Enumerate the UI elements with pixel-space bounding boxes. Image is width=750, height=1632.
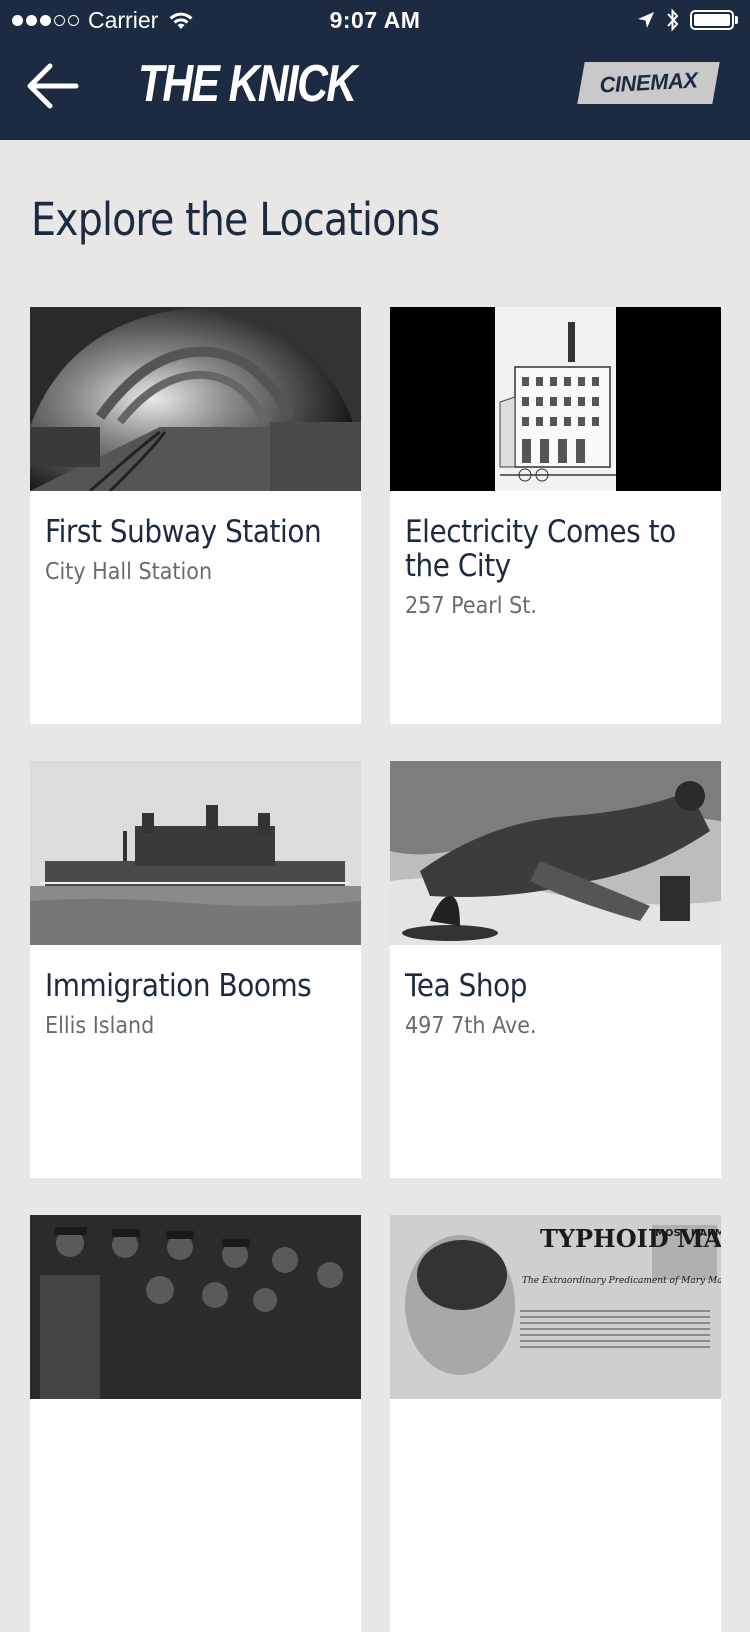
back-button[interactable] (22, 56, 82, 116)
battery-icon (690, 10, 734, 30)
card-subtitle: 497 7th Ave. (405, 1013, 537, 1039)
app-header: THE KNICK CINEMAX (0, 40, 750, 140)
location-card-immigration-booms[interactable]: Immigration Booms Ellis Island (30, 761, 361, 1178)
cinemax-logo-text: CINEMAX (598, 67, 699, 98)
newspaper-corner-label: MOST HARM (655, 1228, 721, 1239)
location-card-tea-shop[interactable]: Tea Shop 497 7th Ave. (390, 761, 721, 1178)
location-card-5[interactable] (30, 1215, 361, 1632)
card-image-ellis-island (30, 761, 361, 945)
bluetooth-icon (667, 8, 679, 32)
card-title: Immigration Booms (45, 968, 312, 1004)
arrow-left-icon (27, 63, 79, 109)
location-card-first-subway-station[interactable]: First Subway Station City Hall Station (30, 307, 361, 724)
app-logo: THE KNICK (138, 55, 357, 113)
card-subtitle: City Hall Station (45, 559, 213, 585)
status-bar: Carrier 9:07 AM (0, 0, 750, 40)
card-image-tea-shop (390, 761, 721, 945)
location-card-electricity[interactable]: Electricity Comes to the City 257 Pearl … (390, 307, 721, 724)
newspaper-subheading: The Extraordinary Predicament of Mary Ma… (522, 1276, 721, 1286)
card-image-group-photo (30, 1215, 361, 1399)
card-subtitle: 257 Pearl St. (405, 593, 537, 619)
card-image-pearl-street-building (390, 307, 721, 491)
card-image-subway (30, 307, 361, 491)
location-arrow-icon (638, 12, 654, 28)
card-subtitle: Ellis Island (45, 1013, 155, 1039)
cinemax-logo: CINEMAX (577, 62, 720, 104)
location-card-6[interactable]: TYPHOID MARY MOST HARM The Extraordinary… (390, 1215, 721, 1632)
card-image-typhoid-mary-newspaper: TYPHOID MARY MOST HARM The Extraordinary… (390, 1215, 721, 1399)
status-right (636, 8, 738, 32)
page-title: Explore the Locations (31, 193, 440, 246)
card-title: Electricity Comes to the City (405, 514, 676, 584)
card-title: Tea Shop (405, 968, 528, 1004)
card-title: First Subway Station (45, 514, 322, 550)
